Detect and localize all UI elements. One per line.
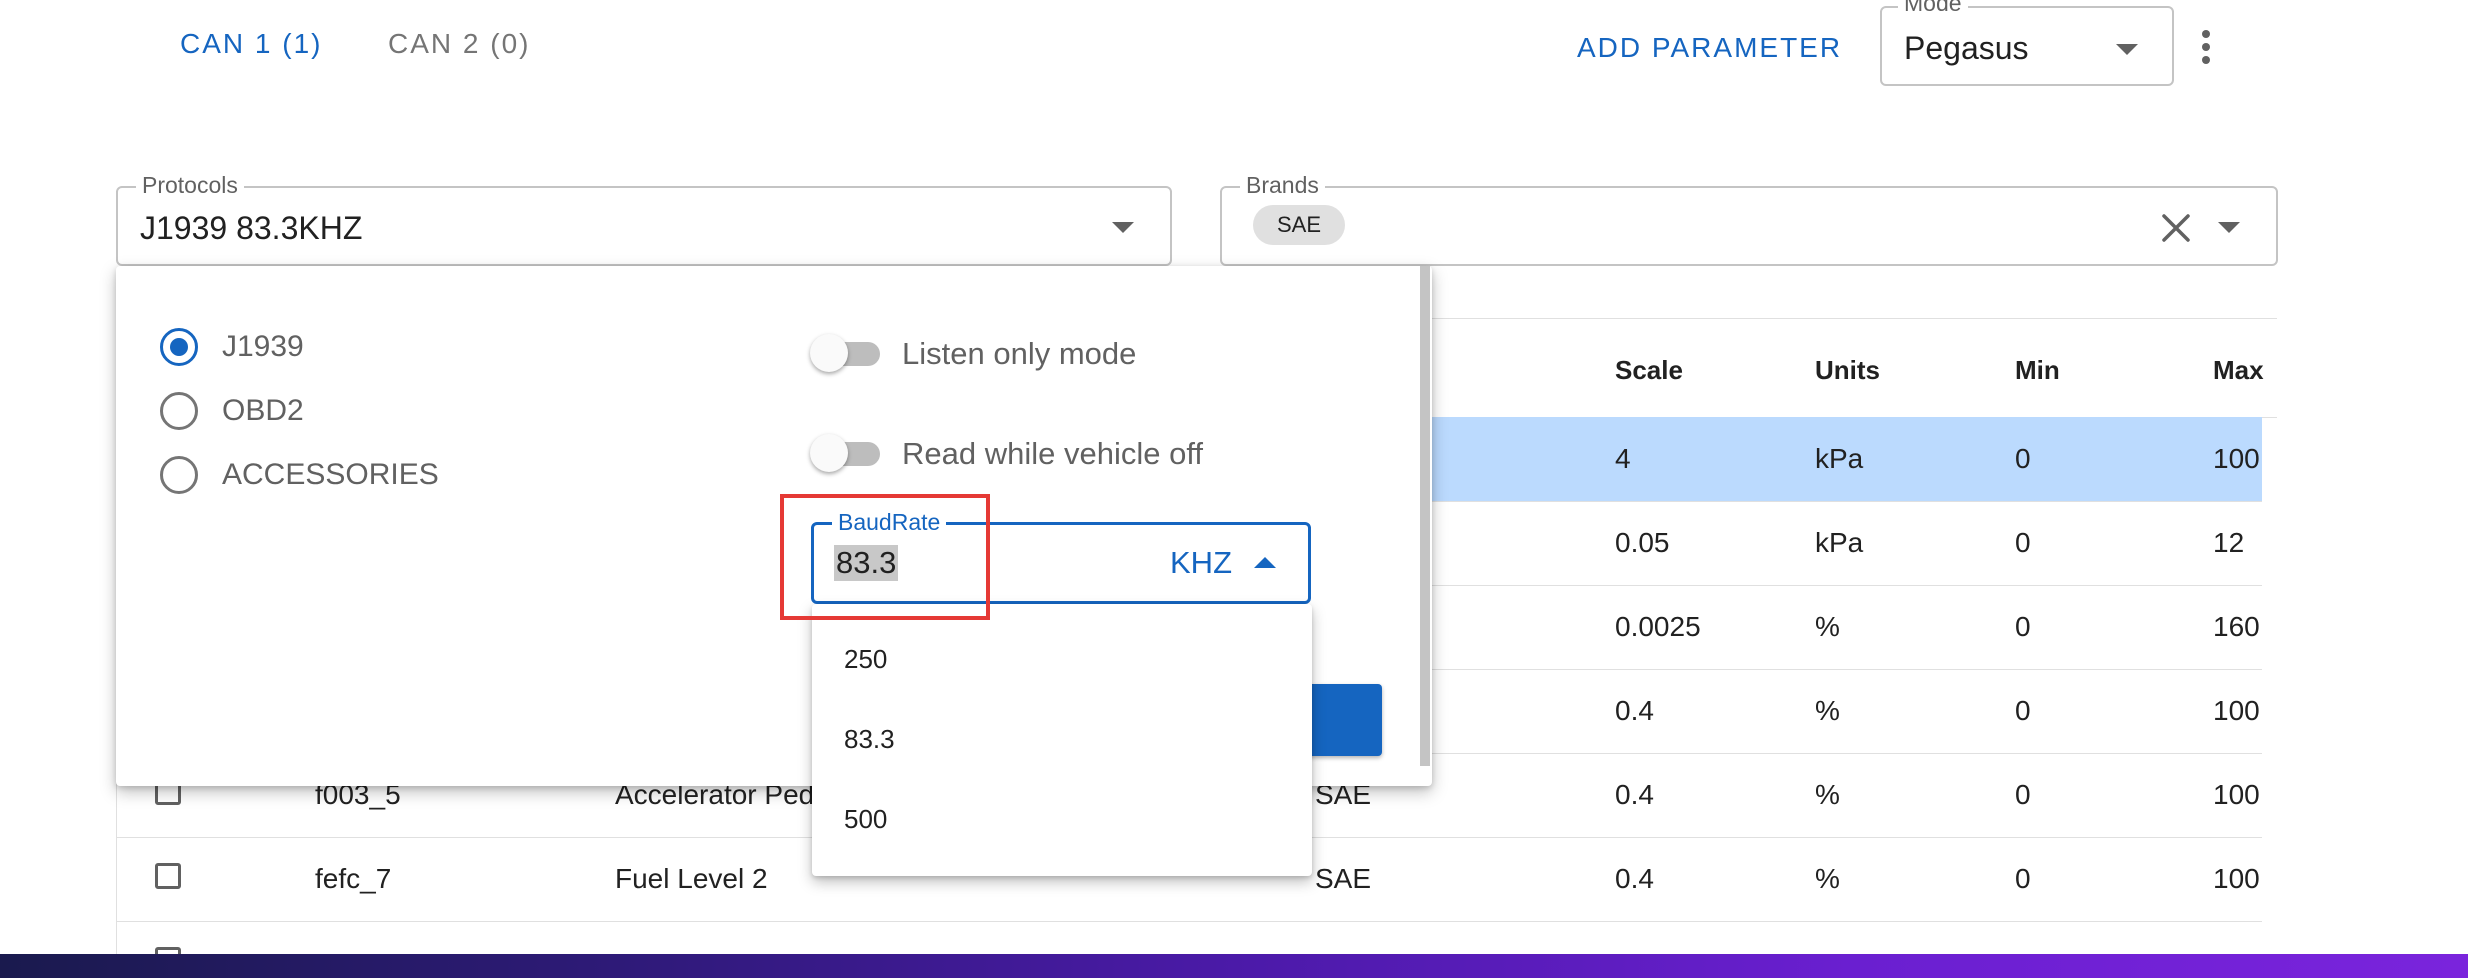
cell-max: 100 [2213, 863, 2260, 894]
menu-item-83-3[interactable]: 83.3 [844, 724, 895, 755]
cell-max: 100 [2213, 695, 2260, 726]
cell-min: 0 [2015, 527, 2031, 558]
menu-item-500[interactable]: 500 [844, 804, 887, 835]
cell-units: kPa [1815, 527, 1864, 558]
cell-max: 12 [2213, 527, 2245, 558]
row-checkbox[interactable] [155, 863, 181, 889]
mode-value: Pegasus [1904, 30, 2029, 66]
cell-min: 0 [2015, 779, 2031, 810]
cell-units: % [1815, 779, 1840, 810]
kebab-icon[interactable] [2202, 30, 2212, 69]
radio-unchecked-icon[interactable] [160, 392, 198, 430]
panel-scrollbar[interactable] [1420, 266, 1430, 766]
radio-checked-icon[interactable] [160, 328, 198, 366]
highlight-annotation [780, 494, 990, 620]
cell-max: 100 [2213, 443, 2260, 474]
chevron-down-icon[interactable] [2218, 222, 2240, 233]
column-header-min[interactable]: Min [2015, 355, 2060, 386]
radio-label: ACCESSORIES [222, 458, 439, 491]
toggle-label: Read while vehicle off [902, 436, 1203, 471]
cell-min: 0 [2015, 611, 2031, 642]
brand-chip[interactable]: SAE [1253, 205, 1345, 245]
chevron-up-icon[interactable] [1254, 557, 1276, 568]
chevron-down-icon [1112, 222, 1134, 233]
toggle-label: Listen only mode [902, 336, 1137, 371]
protocols-label: Protocols [136, 172, 244, 199]
cell-scale: 0.4 [1615, 863, 1654, 894]
cell-units: % [1815, 863, 1840, 894]
cell-units: % [1815, 695, 1840, 726]
cell-scale: 4 [1615, 443, 1631, 474]
baudrate-options-menu: 250 83.3 500 [812, 604, 1312, 876]
toggle-thumb[interactable] [810, 334, 848, 372]
column-header-max[interactable]: Max [2213, 355, 2264, 386]
cell-units: % [1815, 611, 1840, 642]
mode-label: Mode [1898, 0, 1968, 17]
cell-max: 100 [2213, 779, 2260, 810]
cell-scale: 0.4 [1615, 779, 1654, 810]
column-header-units[interactable]: Units [1815, 355, 1880, 386]
cell-brand: SAE [1315, 863, 1372, 894]
cell-id: fefc_7 [315, 863, 392, 894]
tab-can-1[interactable]: CAN 1 (1) [180, 28, 322, 60]
cell-scale: 0.4 [1615, 695, 1654, 726]
radio-label: OBD2 [222, 394, 304, 427]
cell-scale: 0.05 [1615, 527, 1670, 558]
cell-min: 0 [2015, 695, 2031, 726]
cell-units: kPa [1815, 443, 1864, 474]
brands-select[interactable]: Brands [1220, 172, 2278, 266]
menu-item-250[interactable]: 250 [844, 644, 887, 675]
protocols-select[interactable]: Protocols J1939 83.3KHZ [116, 172, 1172, 266]
mode-select[interactable]: Mode Pegasus [1880, 0, 2174, 86]
cell-max: 160 [2213, 611, 2260, 642]
cell-min: 0 [2015, 443, 2031, 474]
cell-min: 0 [2015, 863, 2031, 894]
chevron-down-icon [2116, 44, 2138, 55]
column-header-scale[interactable]: Scale [1615, 355, 1683, 386]
tab-can-2[interactable]: CAN 2 (0) [388, 28, 530, 60]
cell-scale: 0.0025 [1615, 611, 1701, 642]
baudrate-unit: KHZ [1170, 545, 1232, 580]
toggle-thumb[interactable] [810, 434, 848, 472]
cell-name: Fuel Level 2 [615, 863, 768, 894]
brands-label: Brands [1240, 172, 1325, 199]
protocols-value: J1939 83.3KHZ [140, 210, 363, 246]
add-parameter-button[interactable]: ADD PARAMETER [1577, 32, 1842, 64]
radio-label: J1939 [222, 330, 304, 363]
radio-unchecked-icon[interactable] [160, 456, 198, 494]
taskbar-gradient [0, 954, 2468, 978]
close-icon[interactable] [2160, 212, 2192, 244]
